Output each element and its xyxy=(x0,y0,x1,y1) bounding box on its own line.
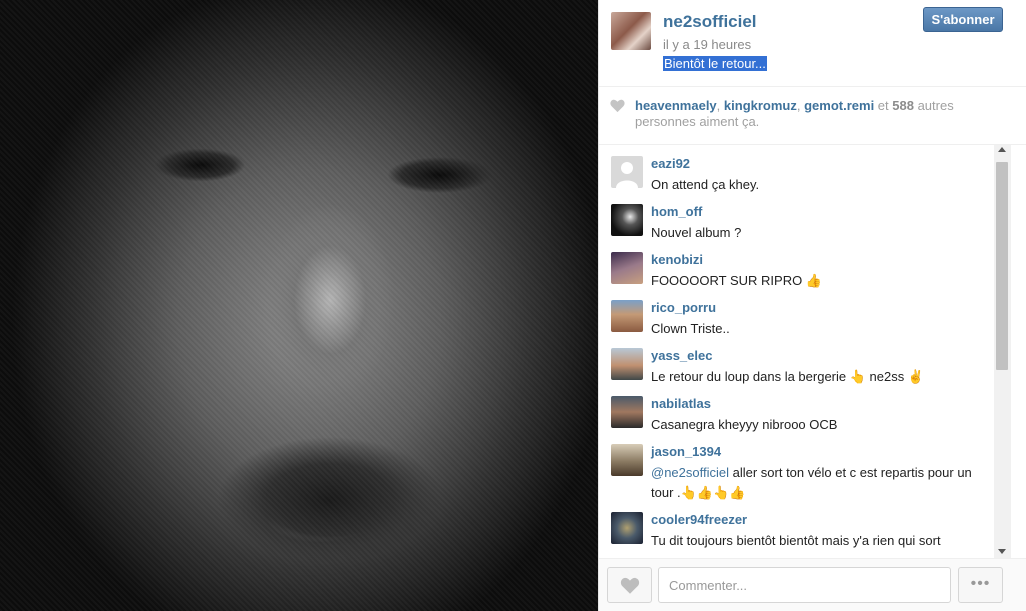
commenter-username[interactable]: yass_elec xyxy=(651,348,712,363)
photo-grain xyxy=(0,0,598,611)
likes-and: et xyxy=(874,98,893,113)
likes-count: 588 xyxy=(892,98,914,113)
post-side-panel: ne2sofficiel il y a 19 heures Bientôt le… xyxy=(599,0,1026,611)
comment-text: Tu dit toujours bientôt bientôt mais y'a… xyxy=(651,533,941,548)
likes-text: heavenmaely, kingkromuz, gemot.remi et 5… xyxy=(635,98,985,130)
comments-list[interactable]: eazi92 On attend ça khey. hom_off Nouvel… xyxy=(599,145,1026,558)
scroll-up-arrow-icon[interactable] xyxy=(998,147,1006,152)
author-avatar[interactable] xyxy=(611,12,651,50)
commenter-avatar[interactable] xyxy=(611,300,643,332)
commenter-avatar[interactable] xyxy=(611,252,643,284)
comment-item: hom_off Nouvel album ? xyxy=(611,204,991,240)
comment-item: eazi92 On attend ça khey. xyxy=(611,156,991,192)
post-caption: Bientôt le retour... xyxy=(663,56,767,71)
comment-item: rico_porru Clown Triste.. xyxy=(611,300,991,336)
comment-mention[interactable]: @ne2sofficiel xyxy=(651,465,729,480)
commenter-avatar[interactable] xyxy=(611,396,643,428)
comment-text: @ne2sofficiel aller sort ton vélo et c e… xyxy=(651,463,991,503)
commenter-username[interactable]: kenobizi xyxy=(651,252,703,267)
comment-item: cooler94freezer Tu dit toujours bientôt … xyxy=(611,512,991,552)
comment-text: Le retour du loup dans la bergerie 👆 ne2… xyxy=(651,369,925,384)
scroll-thumb[interactable] xyxy=(996,162,1008,370)
like-button[interactable] xyxy=(607,567,652,603)
post-header: ne2sofficiel il y a 19 heures Bientôt le… xyxy=(599,0,1026,86)
heart-icon xyxy=(610,99,625,113)
liker-link[interactable]: gemot.remi xyxy=(804,98,874,113)
comment-footer: ••• xyxy=(599,559,1026,611)
author-name[interactable]: ne2sofficiel xyxy=(663,12,757,32)
post-timestamp: il y a 19 heures xyxy=(663,37,752,52)
comment-text: Clown Triste.. xyxy=(651,321,730,336)
commenter-avatar[interactable] xyxy=(611,204,643,236)
commenter-username[interactable]: rico_porru xyxy=(651,300,716,315)
commenter-username[interactable]: eazi92 xyxy=(651,156,690,171)
comment-input[interactable] xyxy=(658,567,951,603)
comment-item: kenobizi FOOOOORT SUR RIPRO 👍 xyxy=(611,252,991,288)
commenter-username[interactable]: cooler94freezer xyxy=(651,512,747,527)
heart-icon xyxy=(620,577,640,594)
scroll-down-arrow-icon[interactable] xyxy=(998,549,1006,554)
commenter-avatar[interactable] xyxy=(611,348,643,380)
commenter-username[interactable]: jason_1394 xyxy=(651,444,721,459)
liker-link[interactable]: kingkromuz xyxy=(724,98,797,113)
comment-item: yass_elec Le retour du loup dans la berg… xyxy=(611,348,991,384)
ellipsis-icon[interactable]: ••• xyxy=(958,567,1003,603)
comment-text: Casanegra kheyyy nibrooo OCB xyxy=(651,417,838,432)
comment-item: nabilatlas Casanegra kheyyy nibrooo OCB xyxy=(611,396,991,432)
follow-button[interactable]: S'abonner xyxy=(923,7,1003,32)
likes-section: heavenmaely, kingkromuz, gemot.remi et 5… xyxy=(599,87,1026,144)
liker-link[interactable]: heavenmaely xyxy=(635,98,717,113)
commenter-username[interactable]: hom_off xyxy=(651,204,702,219)
comment-item: jason_1394 @ne2sofficiel aller sort ton … xyxy=(611,444,991,500)
default-avatar-icon xyxy=(616,162,638,188)
commenter-avatar[interactable] xyxy=(611,512,643,544)
commenter-avatar[interactable] xyxy=(611,156,643,188)
comments-scrollbar[interactable] xyxy=(994,145,1011,558)
likes-separator: , xyxy=(716,98,724,113)
comment-text: FOOOOORT SUR RIPRO 👍 xyxy=(651,273,822,288)
commenter-avatar[interactable] xyxy=(611,444,643,476)
post-photo[interactable] xyxy=(0,0,598,611)
comment-text: On attend ça khey. xyxy=(651,177,760,192)
comment-text: Nouvel album ? xyxy=(651,225,742,240)
commenter-username[interactable]: nabilatlas xyxy=(651,396,711,411)
